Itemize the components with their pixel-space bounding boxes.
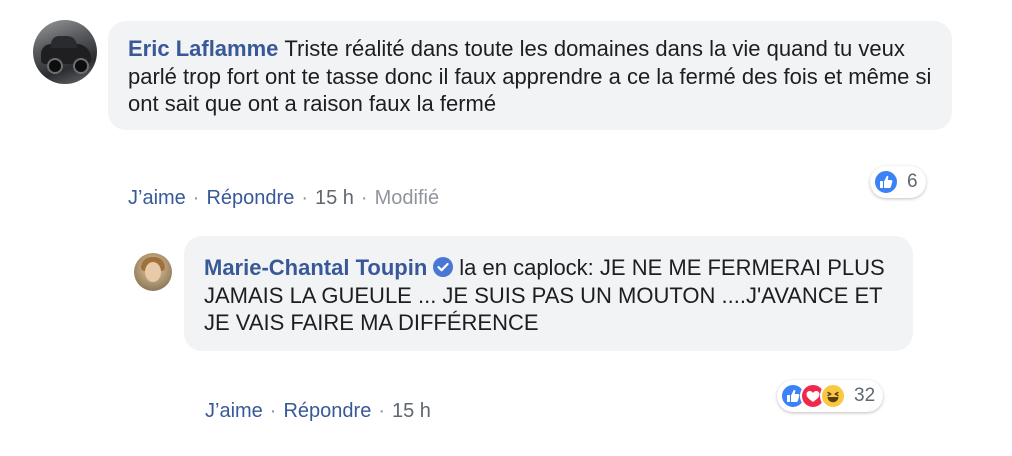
reaction-count: 6	[907, 171, 918, 192]
timestamp[interactable]: 15 h	[392, 400, 431, 422]
avatar[interactable]	[134, 253, 172, 291]
comment-author[interactable]: Marie-Chantal Toupin	[204, 255, 427, 280]
edited-label: Modifié	[374, 187, 440, 209]
avatar[interactable]	[33, 20, 97, 84]
comment-actions: J’aime · Répondre · 15 h	[205, 399, 431, 423]
haha-icon	[820, 383, 846, 409]
like-icon	[873, 169, 899, 195]
verified-badge-icon	[433, 257, 454, 277]
separator-dot: ·	[360, 187, 368, 209]
reactions-summary[interactable]: 32	[777, 380, 884, 412]
separator-dot: ·	[301, 187, 308, 209]
comment-actions: J’aime · Répondre · 15 h · Modifié	[128, 186, 439, 210]
reply-link[interactable]: Répondre	[283, 400, 371, 422]
reply-bubble: Marie-Chantal Toupin la en caplock: JE NE…	[184, 236, 913, 351]
wheel-shape	[47, 58, 63, 74]
comment-thread: Eric Laflamme Triste réalité dans toute l…	[0, 0, 1012, 456]
comment-author[interactable]: Eric Laflamme	[128, 36, 278, 61]
reply-link[interactable]: Répondre	[206, 187, 294, 209]
reactions-summary[interactable]: 6	[870, 166, 926, 198]
comment-bubble: Eric Laflamme Triste réalité dans toute l…	[108, 21, 952, 130]
timestamp[interactable]: 15 h	[315, 187, 354, 209]
like-link[interactable]: J’aime	[205, 400, 263, 422]
reaction-count: 32	[854, 385, 876, 406]
separator-dot: ·	[269, 400, 277, 422]
face-shape	[145, 262, 161, 282]
like-link[interactable]: J’aime	[128, 187, 186, 209]
wheel-shape	[73, 58, 89, 74]
separator-dot: ·	[192, 187, 200, 209]
separator-dot: ·	[378, 400, 385, 422]
